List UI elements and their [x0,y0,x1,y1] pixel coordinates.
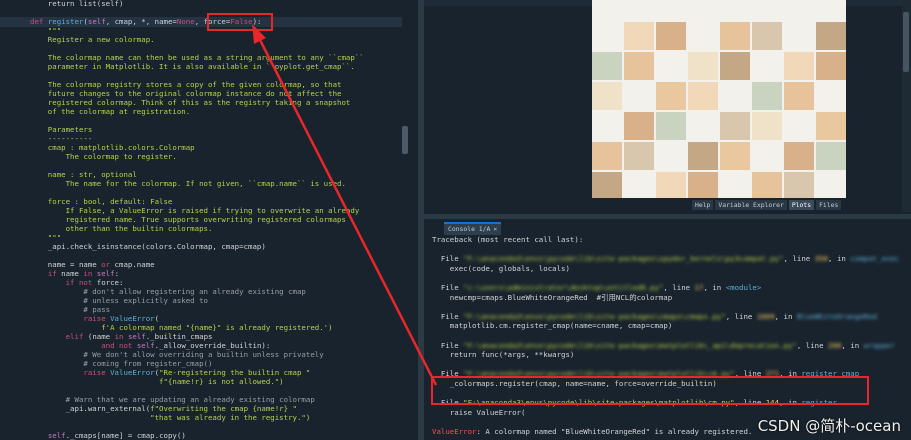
annotation-arrow [252,24,438,386]
